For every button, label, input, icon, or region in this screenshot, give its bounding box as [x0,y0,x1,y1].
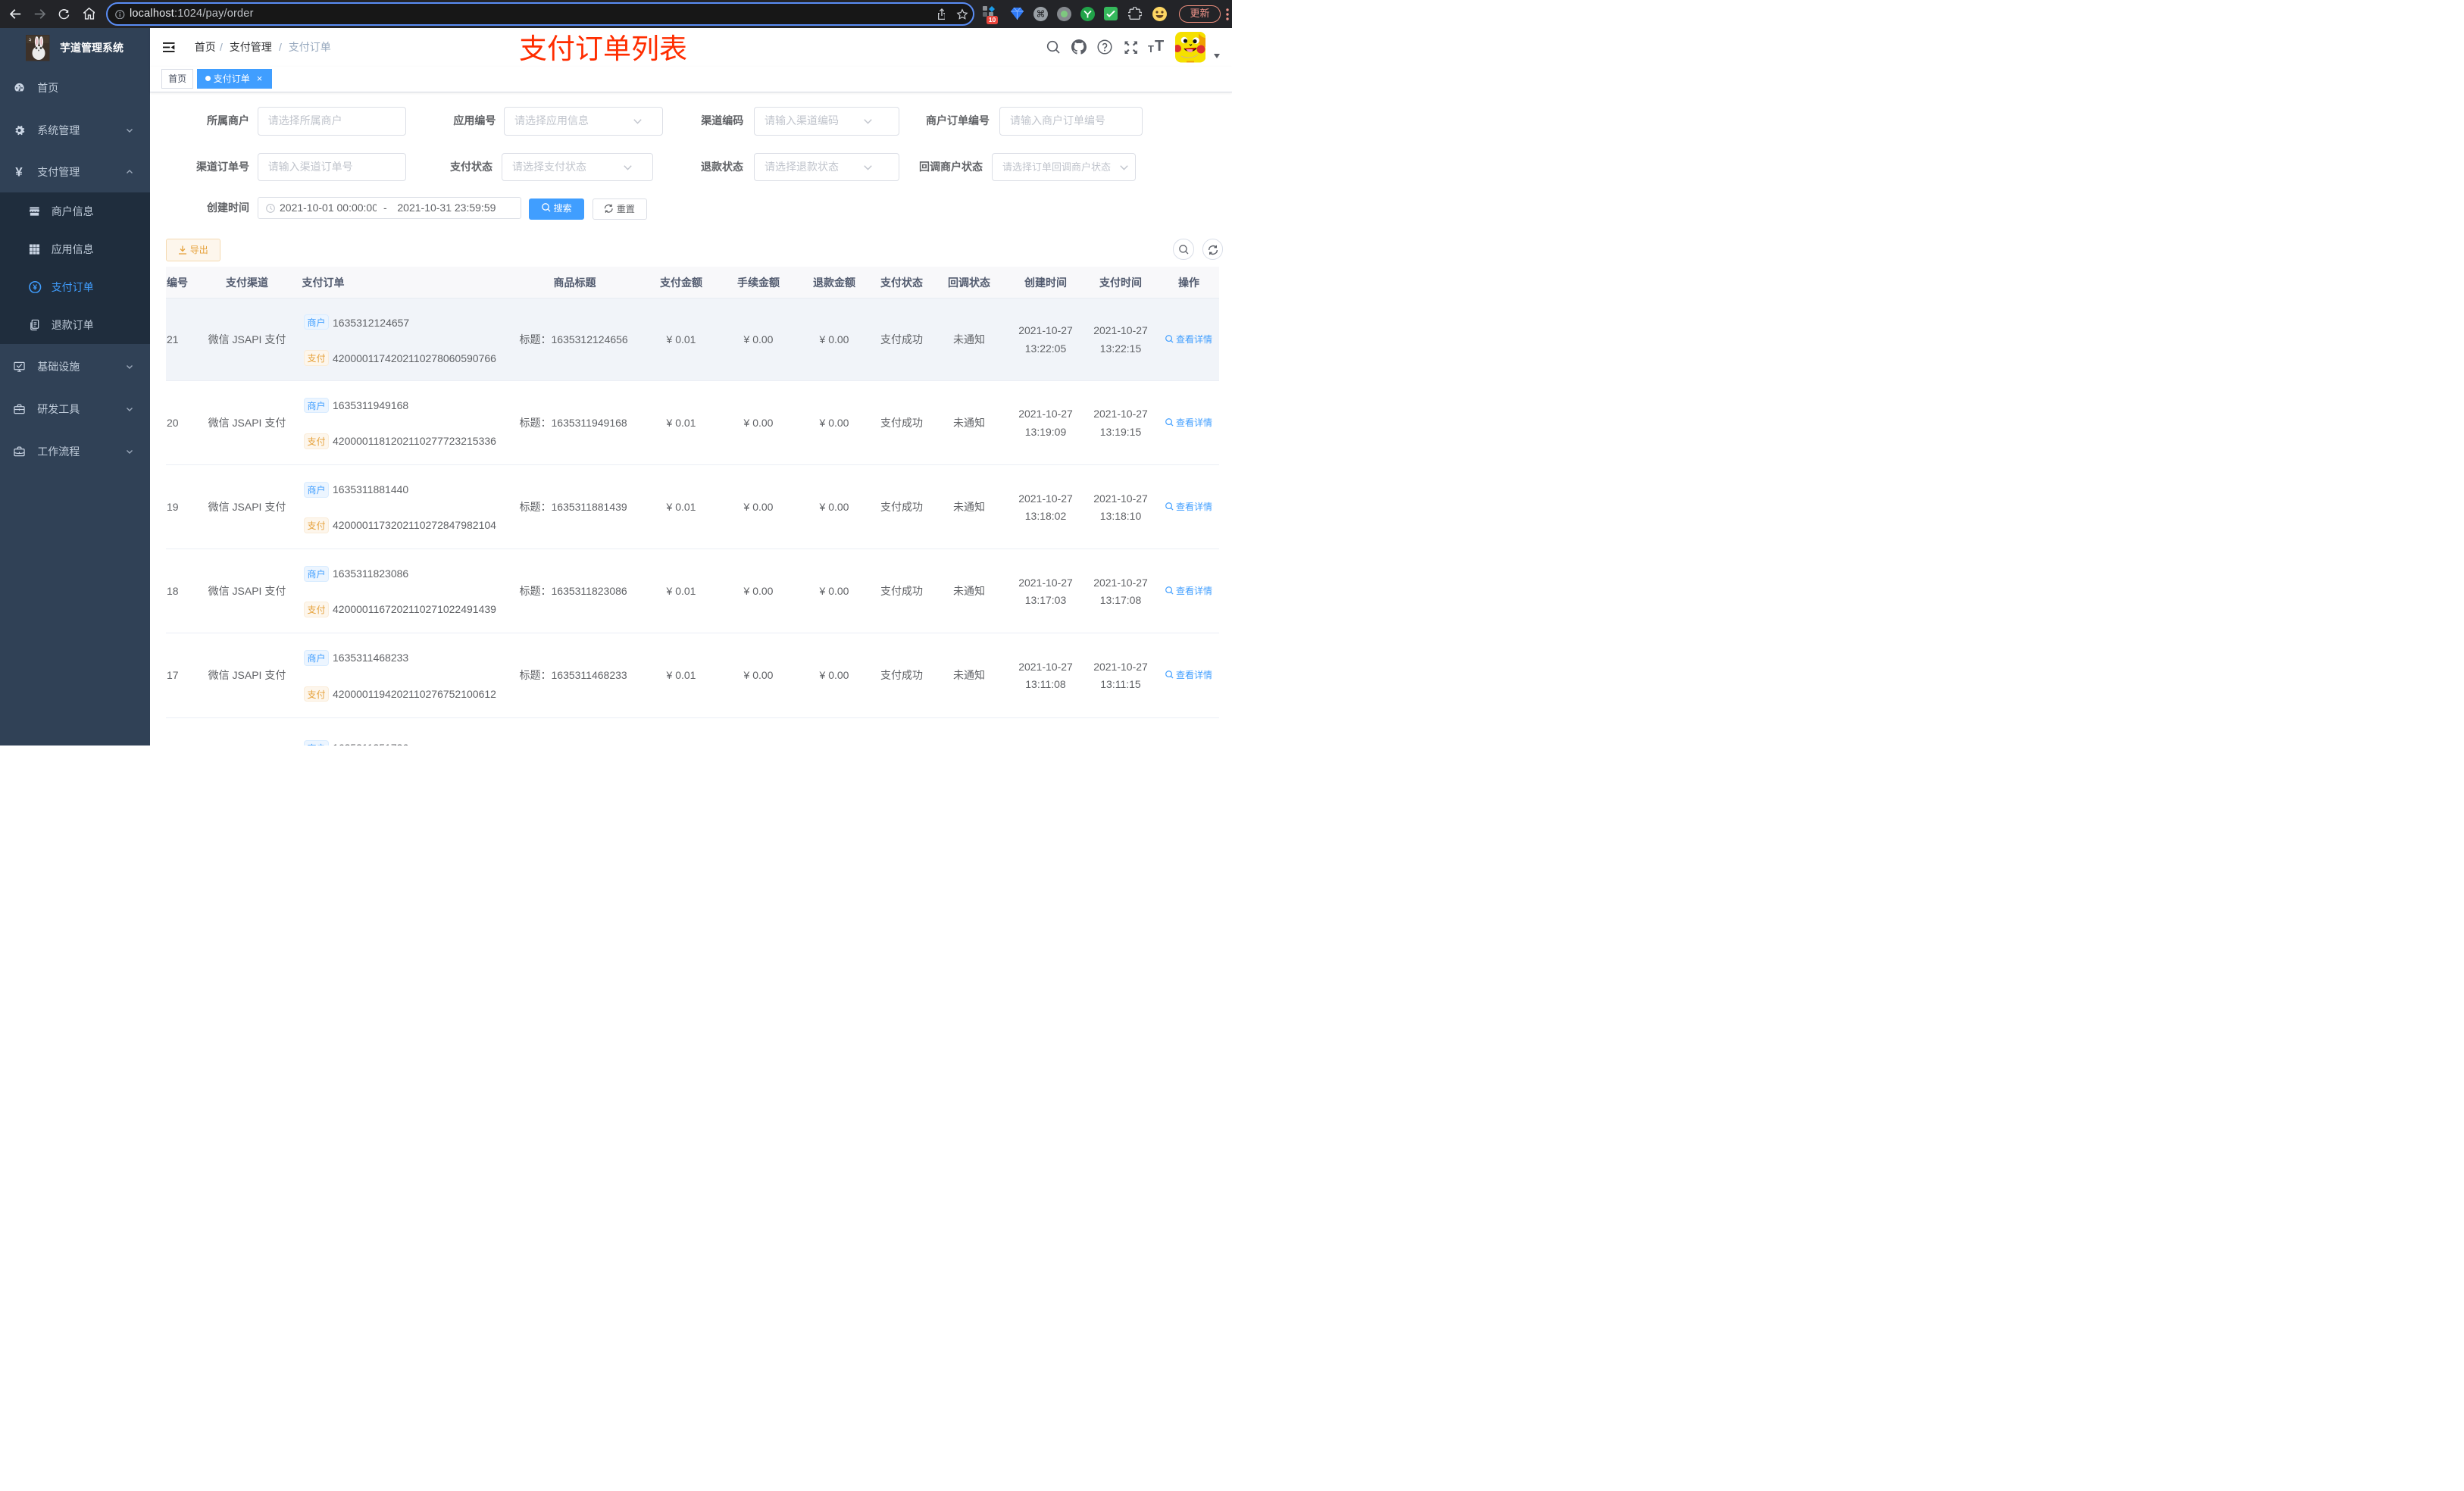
svg-text:¥: ¥ [33,283,37,292]
svg-text:⌘: ⌘ [1037,9,1046,20]
